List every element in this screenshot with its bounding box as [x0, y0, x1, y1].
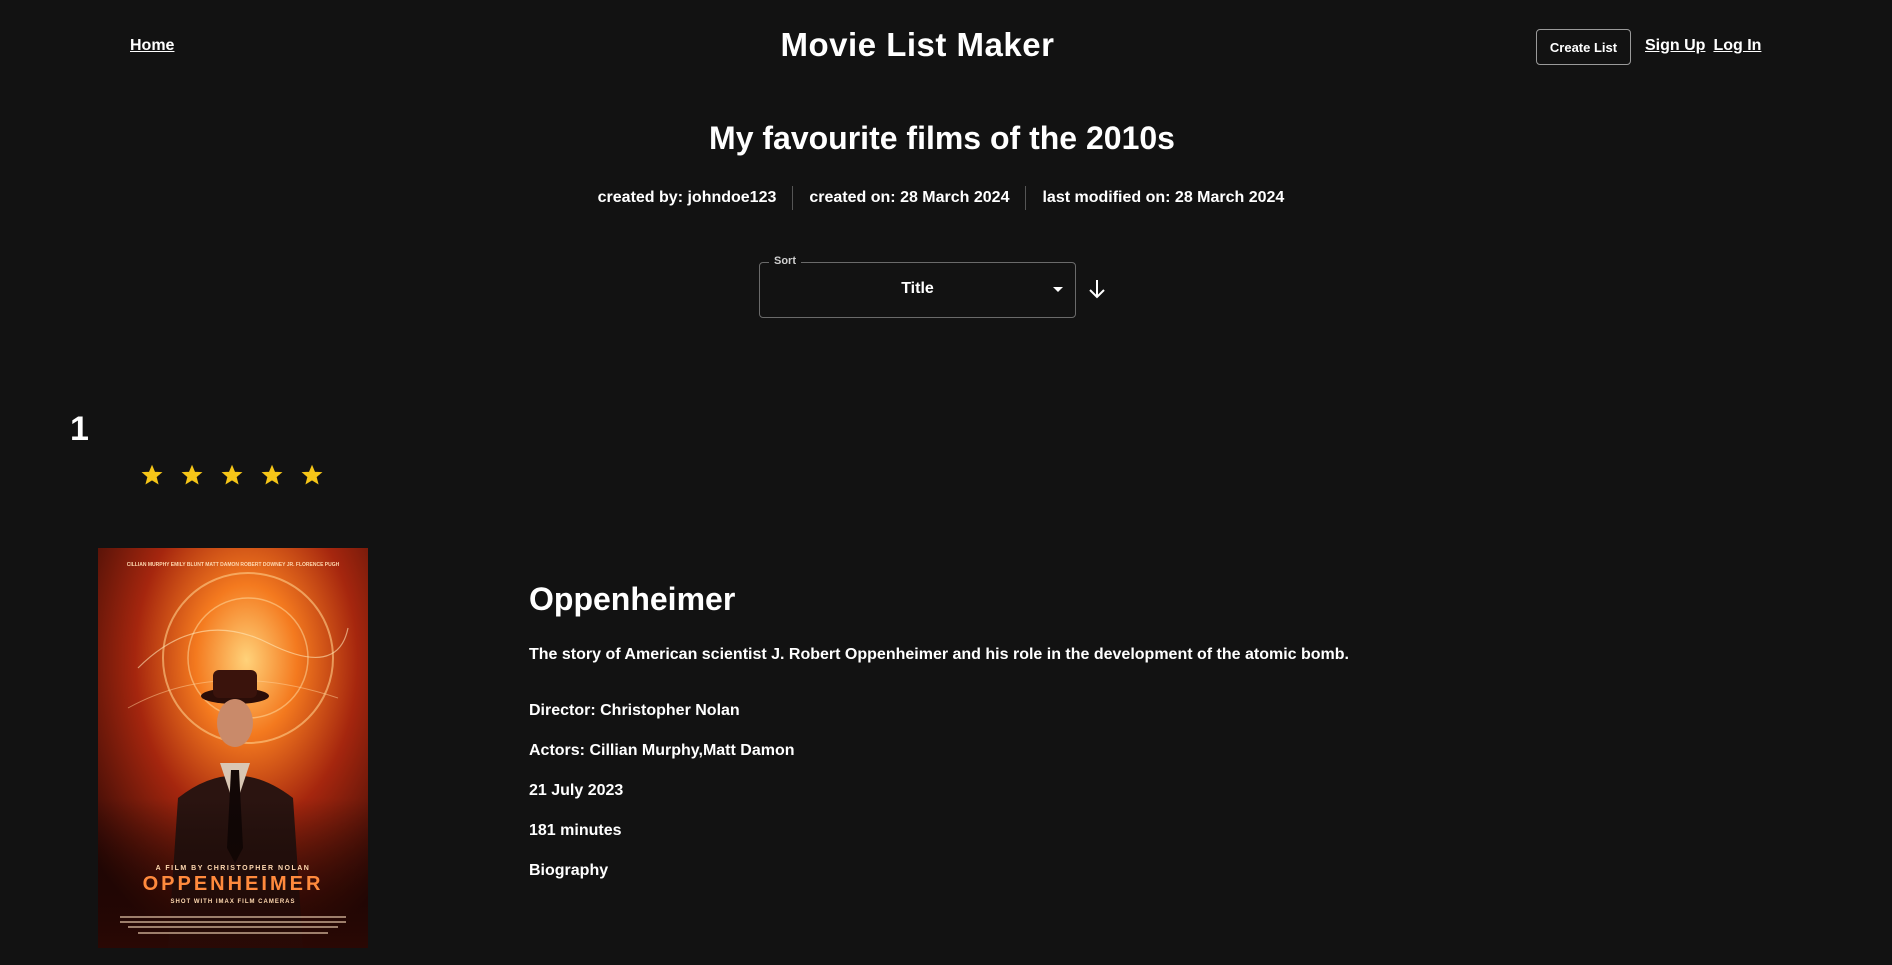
movie-director: Director: Christopher Nolan	[529, 702, 740, 719]
caret-down-icon	[1053, 287, 1063, 292]
movie-poster: CILLIAN MURPHY EMILY BLUNT MATT DAMON RO…	[98, 548, 368, 948]
movie-release-date: 21 July 2023	[529, 782, 624, 799]
poster-format: SHOT WITH IMAX FILM CAMERAS	[171, 899, 296, 905]
poster-byline: A FILM BY CHRISTOPHER NOLAN	[156, 865, 311, 872]
movie-genre: Biography	[529, 862, 609, 879]
poster-credits: CILLIAN MURPHY EMILY BLUNT MATT DAMON RO…	[127, 562, 340, 568]
movie-actors: Actors: Cillian Murphy,Matt Damon	[529, 742, 795, 759]
movie-runtime: 181 minutes	[529, 822, 622, 839]
create-list-button[interactable]: Create List	[1536, 29, 1631, 65]
movie-description: The story of American scientist J. Rober…	[529, 646, 1349, 663]
poster-art: CILLIAN MURPHY EMILY BLUNT MATT DAMON RO…	[98, 548, 368, 948]
last-modified: last modified on: 28 March 2024	[1042, 189, 1285, 206]
star-icon[interactable]	[300, 463, 324, 487]
star-icon[interactable]	[260, 463, 284, 487]
star-icon[interactable]	[140, 463, 164, 487]
created-by: created by: johndoe123	[597, 189, 777, 206]
sort-label: Sort	[769, 255, 801, 267]
auth-links: Sign Up Log In	[1645, 37, 1761, 55]
sort-select[interactable]: Sort Title	[759, 255, 1076, 318]
movie-title[interactable]: Oppenheimer	[529, 581, 735, 618]
star-icon[interactable]	[220, 463, 244, 487]
created-on: created on: 28 March 2024	[809, 189, 1010, 206]
arrow-down-icon[interactable]	[1086, 277, 1108, 301]
log-in-link[interactable]: Log In	[1713, 37, 1761, 55]
list-meta: created by: johndoe123 created on: 28 Ma…	[0, 186, 1882, 210]
arrow-down-icon-graphic	[1089, 280, 1105, 299]
star-icon[interactable]	[180, 463, 204, 487]
poster-title: OPPENHEIMER	[143, 873, 324, 895]
entry-rank: 1	[70, 410, 89, 448]
sign-up-link[interactable]: Sign Up	[1645, 37, 1705, 55]
list-title: My favourite films of the 2010s	[709, 120, 1175, 156]
star-rating	[140, 463, 324, 487]
sort-selected-value: Title	[901, 280, 934, 297]
